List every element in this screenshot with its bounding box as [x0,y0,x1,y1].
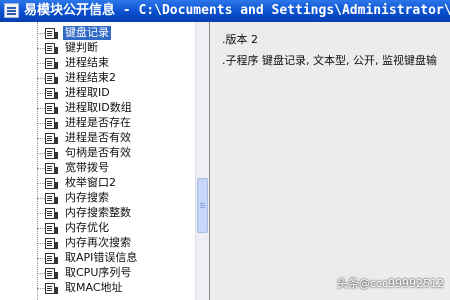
watermark: 头条@ccc99992512 [336,277,444,290]
tree-item-label: 取CPU序列号 [65,266,132,279]
subroutine-icon [45,253,58,264]
subroutine-icon [45,223,58,234]
tree-item-label: 键盘记录 [63,26,111,40]
tree-item[interactable]: 取API错误信息 [0,251,195,265]
subroutine-icon [45,148,58,159]
tree-item[interactable]: 进程是否有效 [0,131,195,145]
tree-item-label: 取API错误信息 [65,251,138,264]
tree-item[interactable]: 取CPU序列号 [0,266,195,280]
tree-item-label: 进程是否存在 [65,116,131,129]
tree-item[interactable]: 进程结束 [0,56,195,70]
tree-item[interactable]: 键盘记录 [0,26,195,40]
subroutine-icon [45,133,58,144]
subroutine-icon [45,28,58,39]
tree-item-label: 内存搜索 [65,191,109,204]
tree-item[interactable]: 进程是否存在 [0,116,195,130]
subroutine-icon [45,118,58,129]
subroutine-icon [45,208,58,219]
subroutine-icon [45,193,58,204]
subroutine-signature-line: .子程序 键盘记录, 文本型, 公开, 监视键盘输 [222,54,437,67]
tree-item-label: 键判断 [65,41,98,54]
scrollbar-thumb[interactable] [197,178,208,233]
tree-item[interactable]: 进程取ID [0,86,195,100]
tree-item[interactable]: 宽带拨号 [0,161,195,175]
subroutine-icon [45,58,58,69]
tree-item[interactable]: 进程结束2 [0,71,195,85]
subroutine-icon [45,163,58,174]
title-bar[interactable]: 易模块公开信息 - C:\Documents and Settings\Admi… [0,0,450,22]
subroutine-icon [45,43,58,54]
subroutine-icon [45,268,58,279]
tree-item-label: 进程是否有效 [65,131,131,144]
subroutine-icon [45,103,58,114]
tree-item[interactable]: 进程取ID数组 [0,101,195,115]
tree-item-label: 内存再次搜索 [65,236,131,249]
subroutine-icon [45,283,58,294]
module-tree-pane: 键盘记录 键判断 进程结束 进程结束2 进程取ID 进程取ID数组 进程是否存在… [0,22,209,300]
subroutine-icon [45,88,58,99]
tree-item-label: 进程取ID数组 [65,101,132,114]
tree-item[interactable]: 枚举窗口2 [0,176,195,190]
tree-item-label: 内存搜索整数 [65,206,131,219]
subroutine-icon [45,178,58,189]
tree-item-label: 取MAC地址 [65,281,123,294]
tree-item-label: 进程取ID [65,86,110,99]
window-title: 易模块公开信息 - C:\Documents and Settings\Admi… [24,3,450,18]
tree-item[interactable]: 内存搜索整数 [0,206,195,220]
tree-item[interactable]: 内存优化 [0,221,195,235]
tree-item-label: 枚举窗口2 [65,176,116,189]
subroutine-icon [45,238,58,249]
detail-pane: .版本 2 .子程序 键盘记录, 文本型, 公开, 监视键盘输 [209,22,450,300]
tree-item-label: 内存优化 [65,221,109,234]
module-tree[interactable]: 键盘记录 键判断 进程结束 进程结束2 进程取ID 进程取ID数组 进程是否存在… [0,22,195,300]
tree-item[interactable]: 句柄是否有效 [0,146,195,160]
tree-item-label: 句柄是否有效 [65,146,131,159]
app-icon [4,3,19,18]
tree-item[interactable]: 内存再次搜索 [0,236,195,250]
tree-item-label: 宽带拨号 [65,161,109,174]
tree-item[interactable]: 键判断 [0,41,195,55]
tree-item[interactable]: 内存搜索 [0,191,195,205]
version-line: .版本 2 [222,33,258,46]
tree-item-label: 进程结束2 [65,71,116,84]
tree-scrollbar[interactable] [195,22,209,300]
subroutine-icon [45,73,58,84]
tree-item-label: 进程结束 [65,56,109,69]
tree-item[interactable]: 取MAC地址 [0,281,195,295]
